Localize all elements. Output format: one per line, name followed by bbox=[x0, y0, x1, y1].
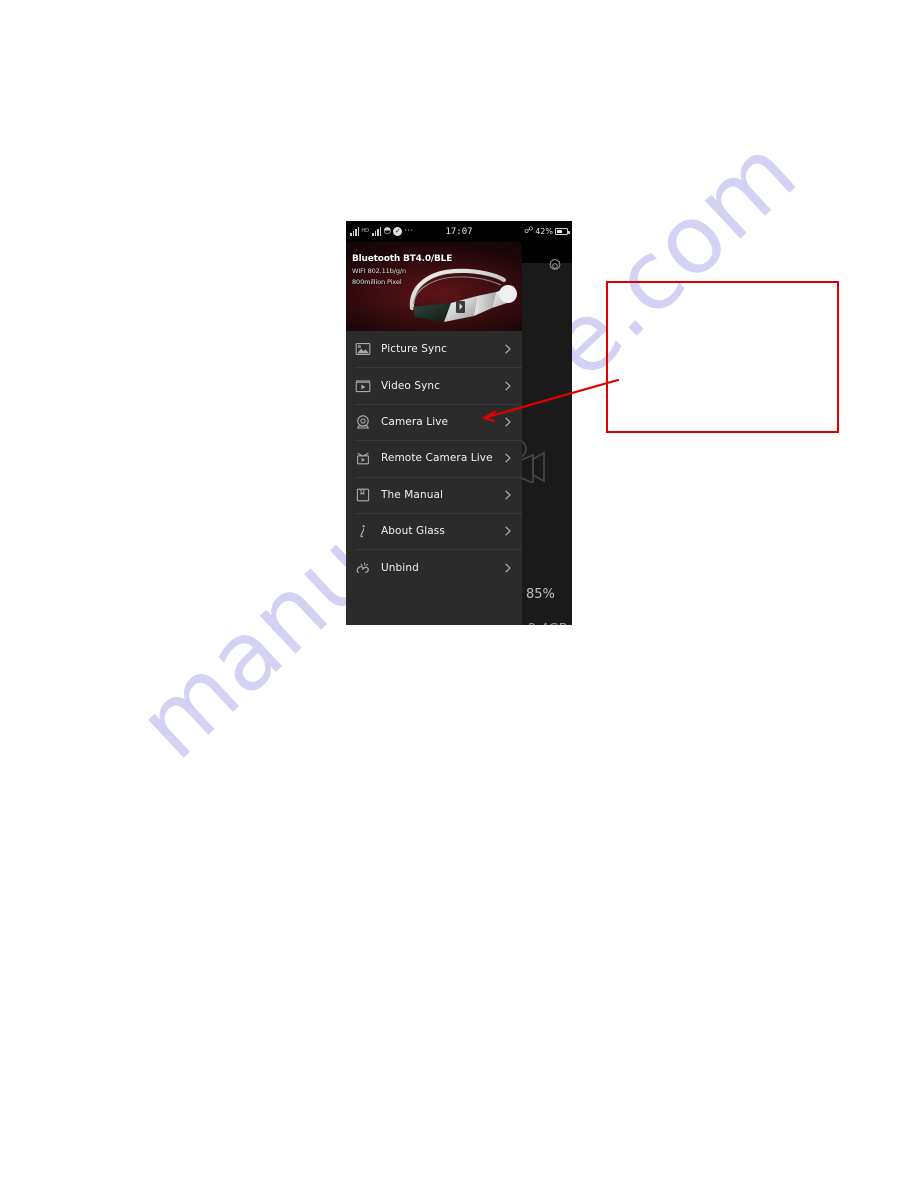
product-spec-wifi: WIFI 802.11b/g/n bbox=[352, 267, 406, 275]
chevron-right-icon bbox=[505, 526, 511, 536]
info-icon bbox=[360, 525, 365, 538]
status-bar: HD ◓ ✓ ⋯ 17:07 ☍ 42% bbox=[346, 221, 572, 242]
product-spec-pixel: 800million Pixel bbox=[352, 277, 402, 286]
picture-icon bbox=[355, 343, 371, 356]
chevron-right-icon bbox=[505, 563, 511, 572]
menu-item-label: Picture Sync bbox=[381, 343, 447, 356]
menu-item-picture-sync[interactable]: Picture Sync bbox=[346, 331, 522, 367]
menu-item-remote-camera-live[interactable]: Remote Camera Live bbox=[346, 440, 522, 476]
menu-item-the-manual[interactable]: The Manual bbox=[346, 476, 522, 513]
drawer-menu: Picture Sync Video Sync Camera Live Remo… bbox=[346, 331, 522, 586]
tv-remote-icon bbox=[357, 453, 369, 465]
chevron-right-icon bbox=[505, 453, 511, 463]
battery-icon bbox=[555, 228, 570, 235]
bluetooth-icon: ☍ bbox=[524, 226, 534, 236]
menu-item-label: About Glass bbox=[381, 525, 445, 538]
navigation-drawer: Bluetooth BT4.0/BLE WIFI 802.11b/g/n 800… bbox=[346, 242, 522, 625]
chevron-right-icon bbox=[505, 490, 511, 500]
chevron-right-icon bbox=[505, 344, 511, 354]
menu-item-label: Remote Camera Live bbox=[381, 452, 493, 465]
menu-item-label: Unbind bbox=[381, 561, 419, 574]
product-title: Bluetooth BT4.0/BLE bbox=[352, 254, 453, 264]
menu-item-about-glass[interactable]: About Glass bbox=[346, 512, 522, 549]
video-icon bbox=[355, 379, 371, 392]
menu-item-unbind[interactable]: Unbind bbox=[346, 549, 522, 585]
drawer-header-text: Bluetooth BT4.0/BLE WIFI 802.11b/g/n 800… bbox=[352, 254, 452, 286]
menu-item-label: The Manual bbox=[381, 488, 444, 501]
gear-icon[interactable] bbox=[546, 257, 564, 275]
book-icon bbox=[356, 488, 370, 502]
annotation-callout-box bbox=[606, 281, 839, 433]
unbind-link-icon bbox=[356, 562, 369, 573]
drawer-header: Bluetooth BT4.0/BLE WIFI 802.11b/g/n 800… bbox=[346, 242, 522, 331]
status-bar-right: ☍ 42% bbox=[524, 226, 570, 236]
background-battery-percent: 85% bbox=[526, 587, 555, 602]
background-storage-value: 2.4GB bbox=[528, 622, 568, 625]
camera-icon bbox=[357, 415, 369, 429]
status-battery-percent: 42% bbox=[535, 227, 553, 236]
callout-arrow bbox=[482, 378, 620, 423]
